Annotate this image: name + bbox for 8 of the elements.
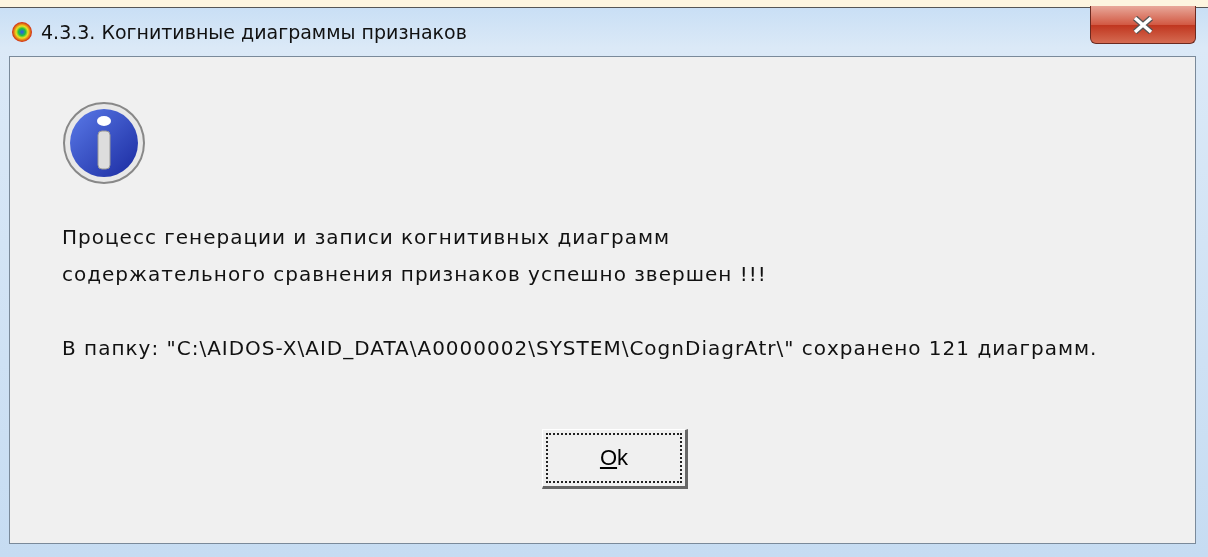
message-text: содержательного сравнения признаков успешно звершен !!! (62, 261, 768, 288)
ok-button[interactable]: Ok (542, 429, 688, 489)
info-icon (62, 101, 146, 185)
message-text: Процесс генерации и записи когнитивных диаграмм (62, 224, 672, 251)
window-title: 4.3.3. Когнитивные диаграммы признаков (41, 21, 467, 43)
close-button[interactable] (1090, 6, 1196, 44)
app-logo-icon (11, 21, 33, 43)
message-text: В папку: "C:\AIDOS-X\AID_DATA\A0000002\SYSTEM\CognDiagrAtr\" сохранено 121 диаграмм. (62, 335, 1099, 362)
